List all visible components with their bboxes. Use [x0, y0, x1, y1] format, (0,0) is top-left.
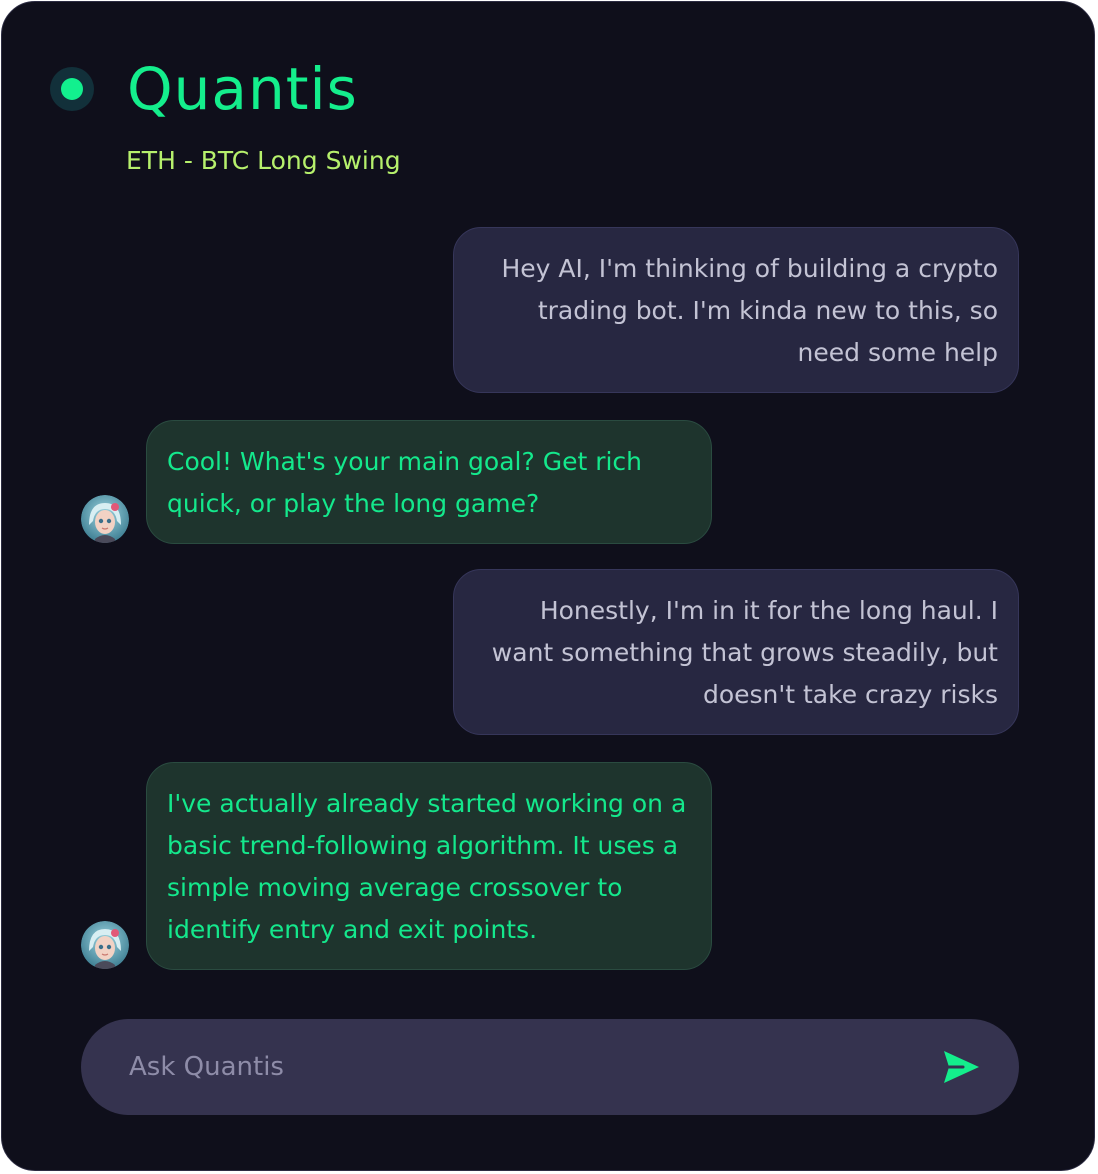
assistant-message: I've actually already started working on… [146, 762, 712, 970]
chat-subtitle: ETH - BTC Long Swing [126, 146, 401, 175]
status-indicator [50, 67, 94, 111]
send-icon [944, 1051, 979, 1083]
assistant-avatar [81, 495, 129, 543]
user-message: Hey AI, I'm thinking of building a crypt… [453, 227, 1019, 393]
app-title: Quantis [127, 55, 358, 123]
assistant-message: Cool! What's your main goal? Get rich qu… [146, 420, 712, 544]
message-composer [81, 1019, 1019, 1115]
send-button[interactable] [941, 1047, 981, 1087]
chat-window: Quantis ETH - BTC Long Swing Hey AI, I'm… [1, 1, 1095, 1171]
message-input[interactable] [129, 1043, 909, 1091]
user-message: Honestly, I'm in it for the long haul. I… [453, 569, 1019, 735]
status-dot [61, 78, 83, 100]
assistant-avatar [81, 921, 129, 969]
